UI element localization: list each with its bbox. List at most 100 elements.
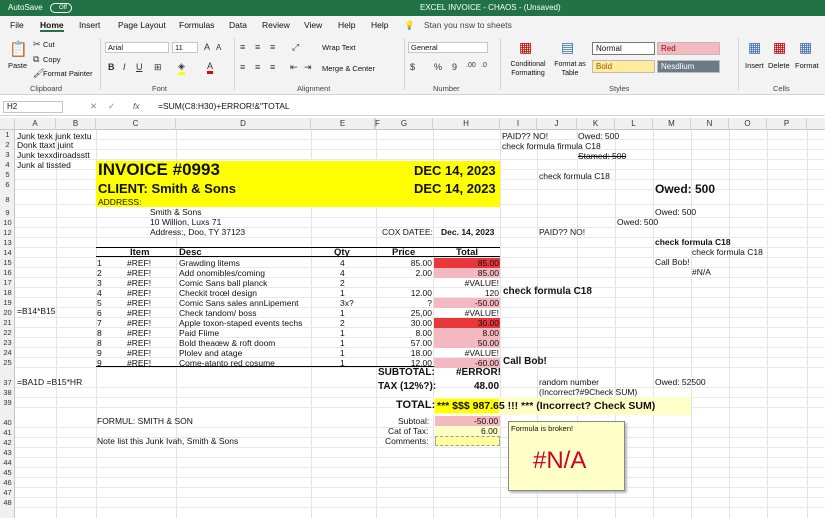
column-header[interactable]: H [433, 118, 500, 130]
conditional-formatting-button[interactable]: Conditional Formatting [506, 60, 550, 78]
delete-cells-button[interactable]: Delete [768, 61, 790, 70]
column-header[interactable]: G [376, 118, 433, 130]
cell-note[interactable]: random number [539, 377, 599, 387]
item-desc[interactable]: Paid Flime [179, 328, 219, 338]
format-painter-button[interactable]: Format Painter [43, 69, 93, 78]
cell-formula-text[interactable]: =B14*B15 [17, 306, 56, 316]
tab-home[interactable]: Home [40, 20, 64, 32]
row-header[interactable]: 44 [0, 458, 15, 467]
item-number[interactable]: 9 [97, 358, 102, 368]
item-total[interactable]: 85.00 [478, 258, 499, 268]
align-bottom-icon[interactable]: ≡ [270, 42, 275, 52]
decrease-decimal-icon[interactable]: .0 [481, 62, 487, 69]
row-header[interactable]: 48 [0, 498, 15, 507]
co-date[interactable]: Dec. 14, 2023 [441, 227, 494, 237]
decrease-indent-icon[interactable]: ⇤ [290, 62, 298, 73]
row-header[interactable]: 38 [0, 388, 15, 397]
comma-icon[interactable]: 9 [452, 62, 457, 72]
tax-label[interactable]: TAX (12%?): [378, 381, 436, 392]
row-header[interactable]: 43 [0, 448, 15, 457]
item-ref[interactable]: #REF! [127, 278, 151, 288]
row-header[interactable]: 8 [0, 195, 15, 204]
style-normal[interactable]: Normal [592, 42, 655, 55]
item-number[interactable]: 4 [97, 288, 102, 298]
row-header[interactable]: 13 [0, 238, 15, 247]
style-neutral[interactable]: Nesdlium [657, 60, 720, 73]
item-ref[interactable]: #REF! [127, 338, 151, 348]
row-header[interactable]: 22 [0, 328, 15, 337]
note-line[interactable]: Note list this Junk Ivah, Smith & Sons [97, 436, 238, 446]
item-desc[interactable]: Comic Sans sales annLipement [179, 298, 299, 308]
item-desc[interactable]: Checkit troœl design [179, 288, 257, 298]
item-ref[interactable]: #REF! [127, 258, 151, 268]
cell-note[interactable]: PAID?? NO! [539, 227, 585, 237]
invoice-date[interactable]: DEC 14, 2023 [414, 163, 496, 178]
row-header[interactable]: 19 [0, 298, 15, 307]
item-ref[interactable]: #REF! [127, 268, 151, 278]
item-number[interactable]: 8 [97, 338, 102, 348]
align-top-icon[interactable]: ≡ [240, 42, 245, 52]
row-header[interactable]: 17 [0, 278, 15, 287]
cell-note[interactable]: Junk texxdiroadsstt [17, 150, 90, 160]
row-header[interactable]: 24 [0, 348, 15, 357]
row-header[interactable]: 18 [0, 288, 15, 297]
item-desc[interactable]: Comic Sans ball planck [179, 278, 267, 288]
cell-note[interactable]: Owed: 500 [655, 207, 696, 217]
item-total[interactable]: -50.00 [475, 298, 499, 308]
item-number[interactable]: 5 [97, 298, 102, 308]
cell-note[interactable]: Stamed: 500 [578, 151, 626, 161]
tab-file[interactable]: File [10, 20, 24, 30]
column-header[interactable]: B [56, 118, 96, 130]
column-header[interactable]: L [615, 118, 653, 130]
column-header[interactable]: C [96, 118, 176, 130]
item-desc[interactable]: Add onomibles/coming [179, 268, 265, 278]
column-header[interactable]: E [311, 118, 375, 130]
item-qty[interactable]: 1 [340, 308, 345, 318]
cancel-icon[interactable]: ✕ [90, 101, 97, 112]
tab-insert[interactable]: Insert [79, 20, 100, 30]
item-qty[interactable]: 4 [340, 268, 345, 278]
name-box[interactable]: H2 [3, 101, 63, 113]
cat-tax-label[interactable]: Cat of Tax: [388, 426, 428, 436]
style-bad[interactable]: Red [657, 42, 720, 55]
address-line-1[interactable]: Smith & Sons [150, 207, 202, 217]
column-header[interactable]: K [577, 118, 615, 130]
cell-note[interactable]: #N/A [692, 267, 711, 277]
invoice-title[interactable]: INVOICE #0993 [98, 160, 220, 180]
tax-value[interactable]: 48.00 [474, 381, 499, 392]
style-good[interactable]: Bold [592, 60, 655, 73]
underline-icon[interactable]: U [136, 62, 143, 72]
borders-icon[interactable]: ⊞ [154, 62, 162, 73]
item-qty[interactable]: 2 [340, 318, 345, 328]
cell-note[interactable]: Owed: 500 [655, 182, 715, 196]
column-header[interactable]: O [729, 118, 767, 130]
subtotal-label[interactable]: SUBTOTAL: [378, 367, 435, 378]
tab-help[interactable]: Help [338, 20, 355, 30]
cell-note[interactable]: Owed: 500 [578, 131, 619, 141]
row-header[interactable]: 2 [0, 140, 15, 149]
comments-cell[interactable] [435, 436, 500, 446]
item-price[interactable]: 8.00 [415, 328, 432, 338]
paste-icon[interactable]: 📋 [9, 40, 28, 58]
format-as-table-button[interactable]: Format as Table [553, 60, 587, 78]
item-qty[interactable]: 2 [340, 278, 345, 288]
fx-icon[interactable]: fx [133, 101, 140, 111]
tab-formulas[interactable]: Formulas [179, 20, 214, 30]
increase-decimal-icon[interactable]: .00 [466, 62, 476, 69]
row-header[interactable]: 9 [0, 208, 15, 217]
item-price[interactable]: 57.00 [411, 338, 432, 348]
column-header[interactable]: D [176, 118, 311, 130]
font-size-dropdown[interactable]: 11 [172, 42, 198, 53]
font-name-dropdown[interactable]: Arial [105, 42, 169, 53]
item-desc[interactable]: Plolev and atage [179, 348, 242, 358]
select-all-corner[interactable] [0, 118, 15, 130]
row-header[interactable]: 21 [0, 318, 15, 327]
cell-formula-text[interactable]: =BA1D =B15*HR [17, 377, 82, 387]
subtotal-value[interactable]: #ERROR! [456, 367, 501, 378]
column-header[interactable]: M [653, 118, 691, 130]
comments-label[interactable]: Comments: [385, 436, 428, 446]
align-left-icon[interactable]: ≡ [240, 62, 245, 72]
formul-note[interactable]: FORMUL: SMITH & SON [97, 416, 193, 426]
item-total[interactable]: 30.00 [478, 318, 499, 328]
item-ref[interactable]: #REF! [127, 288, 151, 298]
